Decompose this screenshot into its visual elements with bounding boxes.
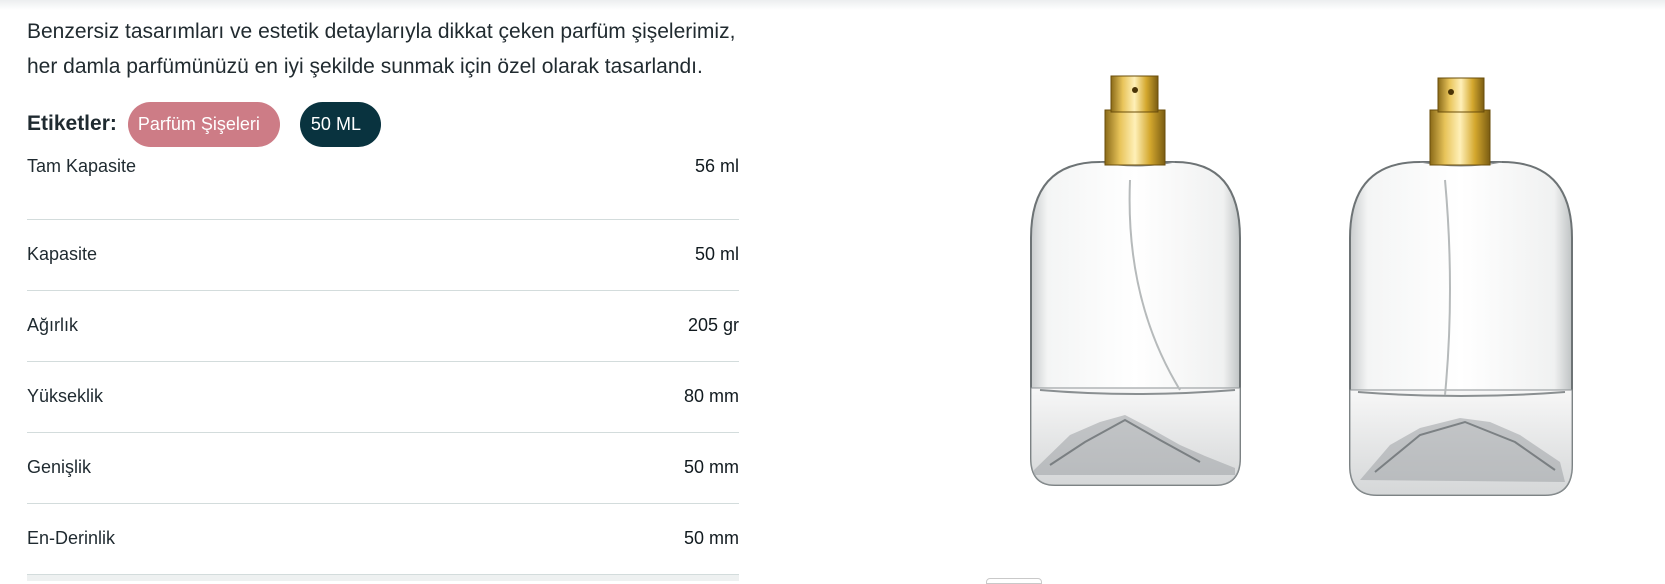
spec-value: 205 gr [687,314,739,335]
bottle-right-icon [1349,77,1573,496]
product-info: Benzersiz tasarımları ve estetik detayla… [27,14,739,147]
perfume-bottles-image[interactable] [1030,70,1655,540]
spec-row: Yükseklik 80 mm [27,362,739,433]
bottle-left-icon [1030,75,1241,486]
tags-row: Etiketler: Parfüm Şişeleri 50 ML [27,101,739,147]
product-description: Benzersiz tasarımları ve estetik detayla… [27,14,739,84]
spec-value: 80 mm [683,385,739,406]
spec-label: En-Derinlik [27,527,116,548]
spec-row: Kapasite 50 ml [27,220,739,291]
spec-label: Tam Kapasite [27,156,137,176]
spec-row: En-Derinlik 50 mm [27,504,739,575]
spec-label: Kapasite [27,243,98,264]
specs-table-footer [27,575,739,581]
spec-row: Ağırlık 205 gr [27,291,739,362]
spec-value: 50 mm [683,456,739,477]
description-line-2: her damla parfümünüzü en iyi şekilde sun… [27,55,703,78]
spec-row: Genişlik 50 mm [27,433,739,504]
spec-value: 50 mm [683,527,739,548]
image-thumbnail-indicator[interactable] [986,578,1042,584]
tags-label: Etiketler: [27,112,117,135]
spec-row: Tam Kapasite 56 ml [27,150,739,220]
spec-label: Yükseklik [27,385,104,406]
specs-table: Tam Kapasite 56 ml Kapasite 50 ml Ağırlı… [27,150,739,575]
spec-label: Ağırlık [27,314,79,335]
spec-value: 50 ml [694,243,739,264]
tag-50-ml[interactable]: 50 ML [299,101,381,147]
spec-label: Genişlik [27,456,92,477]
spec-value: 56 ml [694,156,739,176]
tag-parfum-siseleri[interactable]: Parfüm Şişeleri [127,101,280,147]
description-line-1: Benzersiz tasarımları ve estetik detayla… [27,20,736,43]
header-shadow [0,0,1665,10]
